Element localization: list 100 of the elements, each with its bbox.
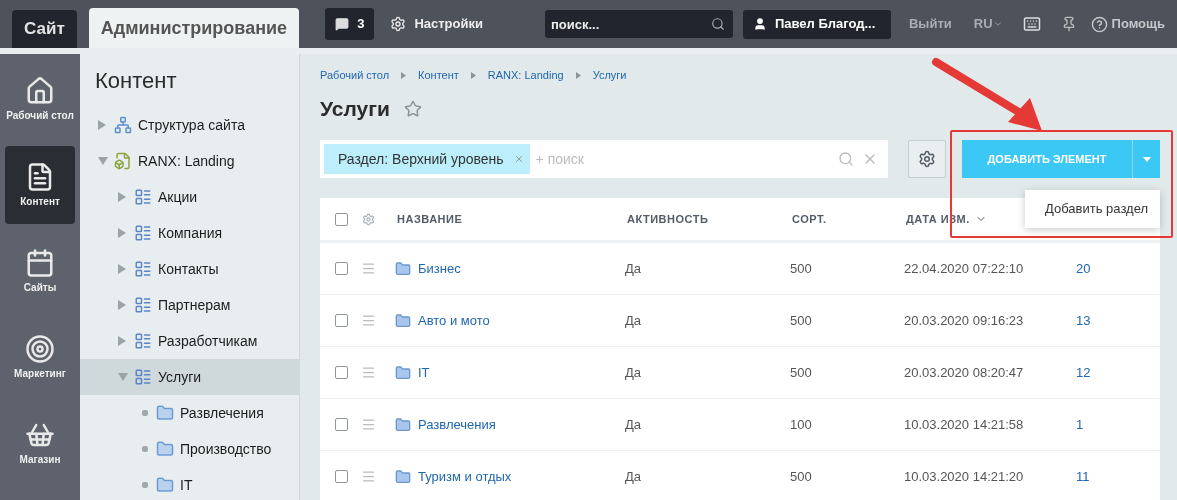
tree-item[interactable]: IT [80,467,299,500]
help-link[interactable]: Помощь [1090,14,1165,34]
page-title: Услуги [320,96,390,123]
checkbox[interactable] [335,470,348,483]
checkbox[interactable] [335,366,348,379]
drag-handle-icon[interactable] [361,417,376,432]
caret-right-icon[interactable] [118,336,128,346]
nav-item[interactable]: Маркетинг [5,318,75,396]
tree-item[interactable]: Производство [80,431,299,467]
row-name-link[interactable]: Бизнес [418,258,625,279]
dropdown-button[interactable] [1132,140,1160,178]
drag-handle-icon[interactable] [361,261,376,276]
caret-right-icon[interactable] [118,300,128,310]
caret-right-icon[interactable] [98,120,108,130]
row-name-link[interactable]: IT [418,362,625,383]
tree-item[interactable]: Структура сайта [80,107,299,143]
tree-item-label: Разработчикам [158,331,258,351]
remove-icon[interactable] [513,154,524,164]
caret-right-icon[interactable] [118,228,128,238]
tree-item[interactable]: Акции [80,179,299,215]
folder-icon [395,260,411,277]
tree-item[interactable]: Развлечения [80,395,299,431]
user-icon [752,17,767,31]
breadcrumb-link[interactable]: Контент [418,66,459,84]
logout-link[interactable]: Выйти [900,14,960,34]
settings-button[interactable] [908,140,946,178]
caret-right-icon[interactable] [118,192,128,202]
folder-icon [156,476,174,494]
notifications-button[interactable]: 3 [325,8,375,40]
tree-item[interactable]: RANX: Landing [80,143,299,179]
menu-item[interactable]: Добавить раздел [1025,198,1160,220]
count-link[interactable]: 11 [1076,466,1090,487]
folder-icon [395,364,411,381]
folder-document-icon [114,152,132,170]
drag-handle-icon[interactable] [361,313,376,328]
panel-title: Контент [94,67,178,95]
drag-handle-icon[interactable] [361,469,376,484]
tree-item-label: Производство [180,439,272,459]
search-icon[interactable] [838,151,854,167]
filter-chip[interactable]: Раздел: Верхний уровень [324,144,530,174]
table-cell-text: Да [625,467,643,486]
table-row[interactable]: Развлечения Да 100 10.03.2020 14:21:58 1 [320,399,1160,451]
drag-handle-icon[interactable] [361,365,376,380]
settings-icon[interactable] [362,212,375,226]
top-tab[interactable]: Сайт [12,10,77,48]
list-window-icon [134,296,152,314]
checkbox[interactable] [335,262,348,275]
count-link[interactable]: 13 [1076,310,1091,331]
count-link[interactable]: 20 [1076,258,1091,279]
tree-item-label: Партнерам [158,295,231,315]
row-name-link[interactable]: Авто и мото [418,310,625,331]
tree-item[interactable]: Контакты [80,251,299,287]
breadcrumb-link[interactable]: Рабочий стол [320,66,390,84]
language-selector[interactable]: RU [969,14,1007,34]
checkbox[interactable] [335,212,348,226]
row-name-link[interactable]: Туризм и отдых [418,466,625,487]
nav-item[interactable]: Сайты [5,232,75,310]
tree-item-label: Компания [158,223,223,243]
tree-item[interactable]: Услуги [80,359,299,395]
table-row[interactable]: IT Да 500 20.03.2020 08:20:47 12 [320,347,1160,399]
settings-icon [918,150,936,168]
table-row[interactable]: Бизнес Да 500 22.04.2020 07:22:10 20 [320,243,1160,295]
table-row[interactable]: Туризм и отдых Да 500 10.03.2020 14:21:20 11 [320,451,1160,500]
caret-right-icon[interactable] [118,264,128,274]
tree-item[interactable]: Компания [80,215,299,251]
tree-item[interactable]: Разработчикам [80,323,299,359]
settings-link[interactable]: Настройки [384,14,489,34]
table-cell-text: 10.03.2020 14:21:20 [904,467,1025,486]
tree-item-label: Услуги [158,367,202,387]
table-row[interactable]: Авто и мото Да 500 20.03.2020 09:16:23 13 [320,295,1160,347]
user-button[interactable]: Павел Благод... [742,9,891,39]
tree-item[interactable]: Партнерам [80,287,299,323]
caret-down-icon [1142,156,1151,162]
count-link[interactable]: 1 [1076,414,1084,435]
bullet-icon [142,482,148,488]
keyboard-icon[interactable] [1022,15,1041,33]
nav-item[interactable]: Магазин [5,404,75,482]
search-field[interactable]: поиск... [544,10,733,38]
top-tab[interactable]: Администрирование [88,8,300,48]
breadcrumb-link[interactable]: RANX: Landing [487,66,564,84]
caret-down-icon[interactable] [118,373,128,381]
column-header[interactable]: НАЗВАНИЕ [397,210,627,228]
checkbox[interactable] [335,418,348,431]
count-link[interactable]: 12 [1076,362,1091,383]
settings-icon [390,16,407,32]
row-name-link[interactable]: Развлечения [418,414,625,435]
column-header[interactable]: АКТИВНОСТЬ [627,210,792,228]
table-cell-text: 500 [790,467,813,486]
checkbox[interactable] [335,314,348,327]
list-window-icon [134,368,152,386]
star-icon[interactable] [403,100,422,118]
nav-item[interactable]: Рабочий стол [5,60,75,138]
house-icon [25,76,55,106]
nav-item[interactable]: Контент [5,146,75,224]
column-header[interactable]: СОРТ. [792,210,906,228]
breadcrumb-link[interactable]: Услуги [592,66,627,84]
calendar-icon [25,248,55,278]
filter-field[interactable]: Раздел: Верхний уровень + поиск [320,140,888,178]
tree-item-label: Контакты [158,259,219,279]
caret-down-icon[interactable] [98,157,108,165]
